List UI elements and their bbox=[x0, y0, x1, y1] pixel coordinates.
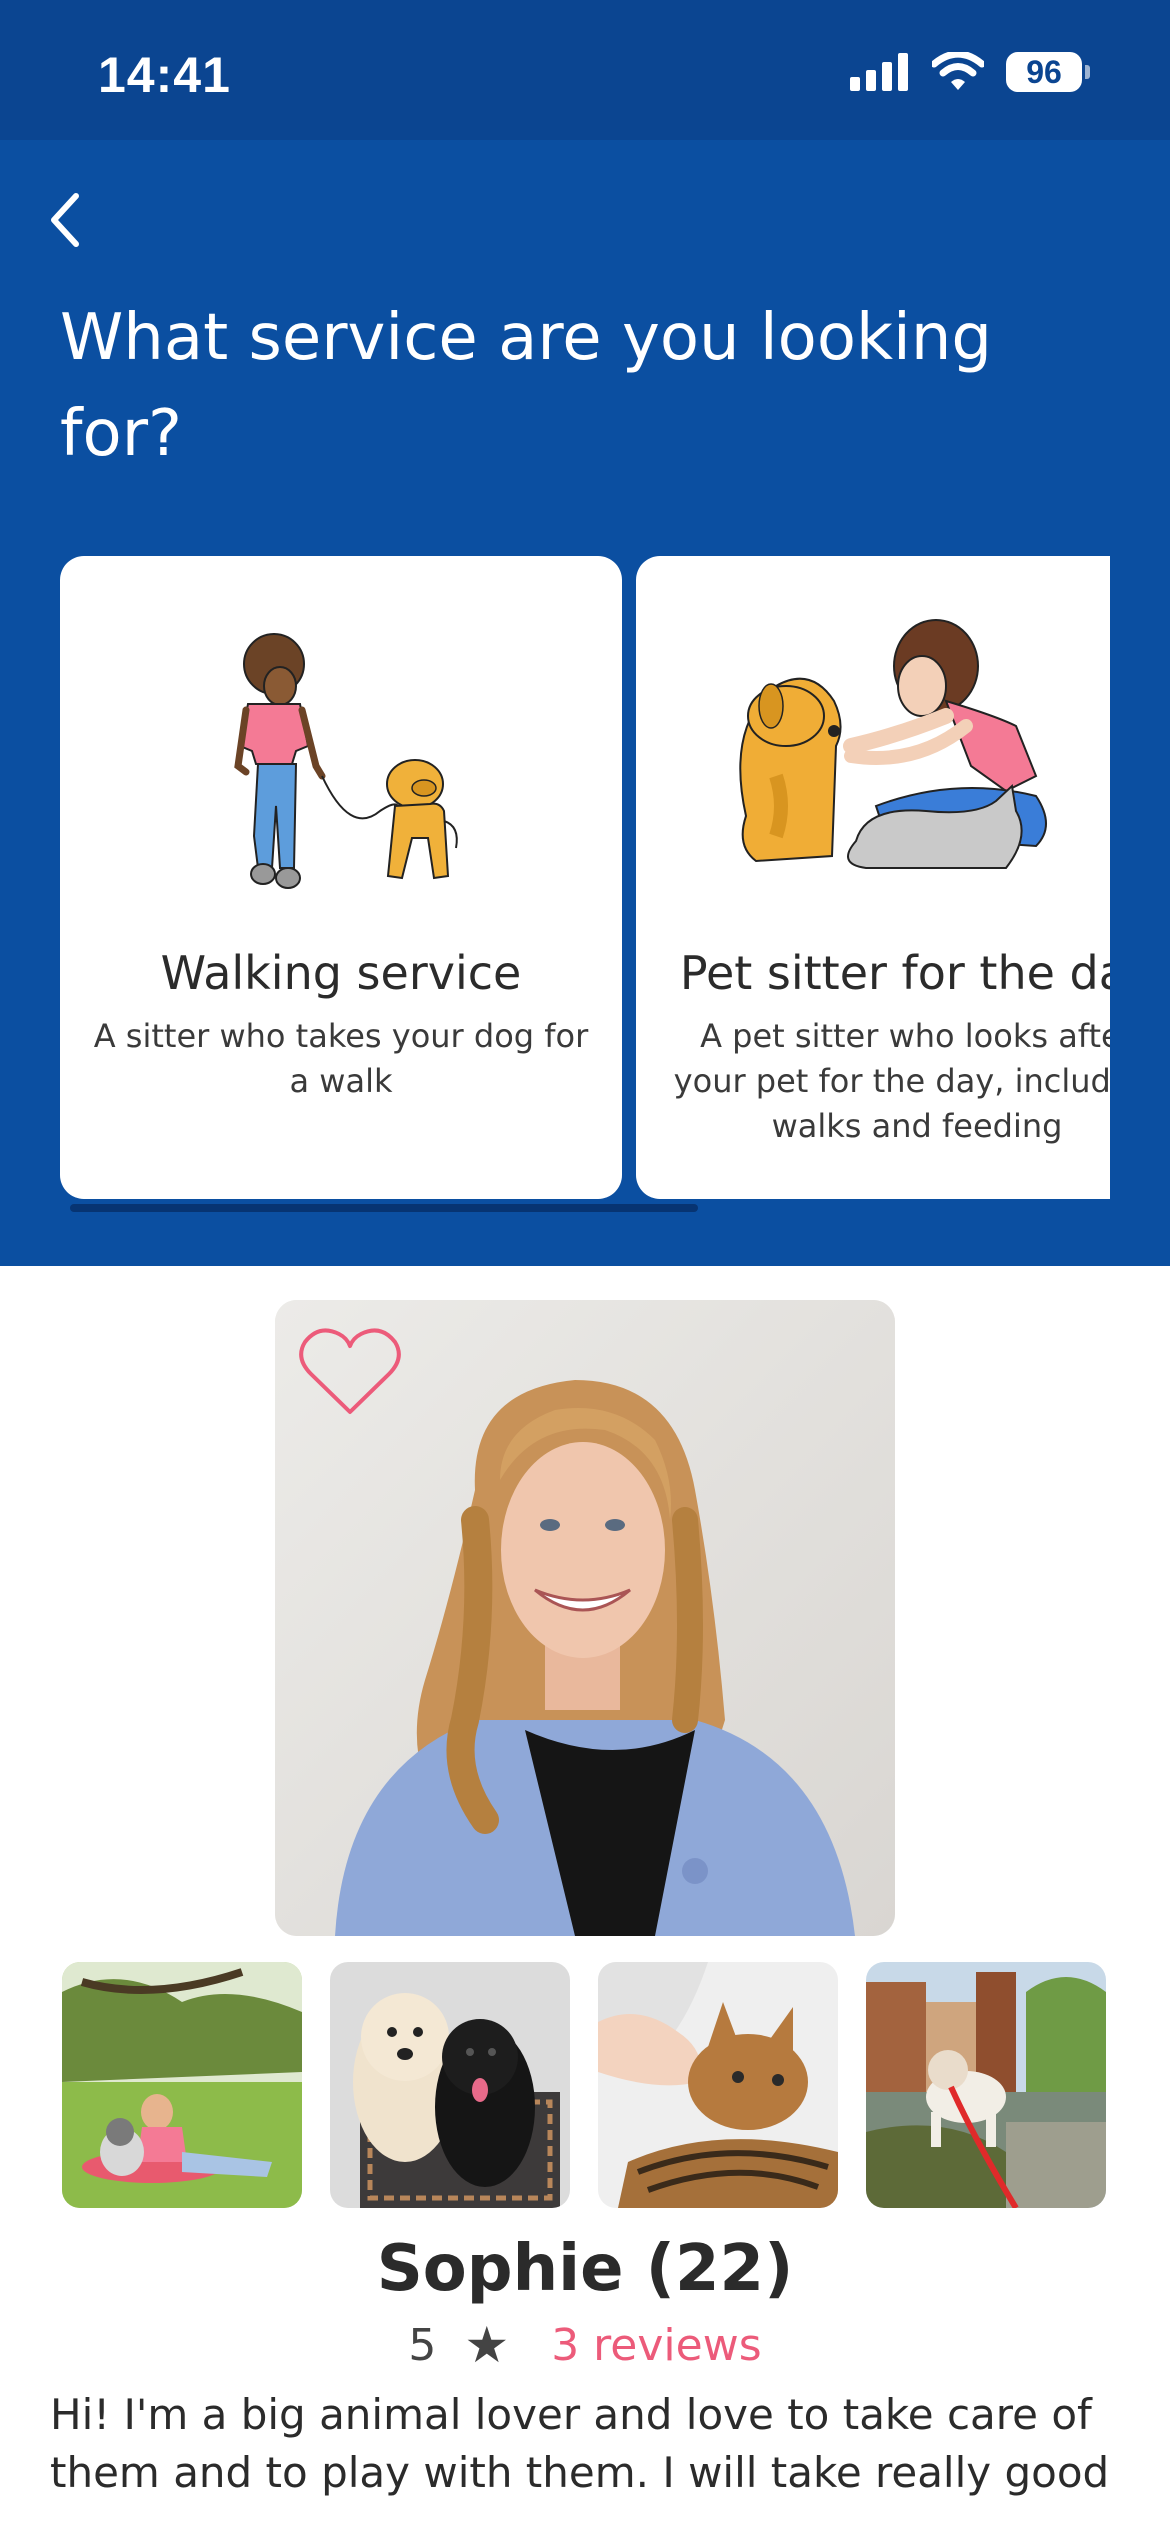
status-time: 14:41 bbox=[98, 47, 231, 103]
service-header: What service are you looking for? Walkin… bbox=[0, 140, 1170, 1266]
cat-thumbnail bbox=[598, 1962, 838, 2208]
battery-level: 96 bbox=[1006, 52, 1082, 92]
star-icon: ★ bbox=[464, 2316, 510, 2374]
chevron-left-icon bbox=[51, 193, 79, 247]
rating-value: 5 bbox=[408, 2319, 437, 2371]
photo-thumbnail[interactable] bbox=[330, 1962, 570, 2208]
service-card-walking[interactable]: Walking service A sitter who takes your … bbox=[60, 556, 622, 1199]
favorite-button[interactable] bbox=[295, 1322, 405, 1422]
signal-icon bbox=[850, 53, 908, 91]
wifi-icon bbox=[932, 52, 984, 90]
profile-name: Sophie (22) bbox=[376, 2232, 794, 2306]
service-card-description: A pet sitter who looks after your pet fo… bbox=[673, 1017, 1110, 1145]
rating-row: 5 ★ 3 reviews bbox=[0, 2316, 1170, 2374]
service-card-description: A sitter who takes your dog for a walk bbox=[93, 1017, 589, 1100]
photo-thumbnail[interactable] bbox=[866, 1962, 1106, 2208]
service-card-title: Pet sitter for the day bbox=[679, 946, 1110, 1000]
battery-icon: 96 bbox=[1006, 52, 1090, 92]
photo-thumbnail[interactable] bbox=[598, 1962, 838, 2208]
status-bar: 14:41 96 bbox=[0, 0, 1170, 140]
woman-with-husky-thumbnail bbox=[62, 1962, 302, 2208]
reviews-link[interactable]: 3 reviews bbox=[551, 2320, 761, 2371]
service-card-title: Walking service bbox=[160, 946, 522, 1000]
photo-thumbnail[interactable] bbox=[62, 1962, 302, 2208]
two-dogs-thumbnail bbox=[330, 1962, 570, 2208]
page-title: What service are you looking for? bbox=[60, 301, 992, 471]
service-card-pet-sitter[interactable]: Pet sitter for the day A pet sitter who … bbox=[636, 556, 1110, 1199]
dog-by-canal-thumbnail bbox=[866, 1962, 1106, 2208]
photo-thumbnails bbox=[62, 1962, 1108, 2210]
carousel-scroll-indicator bbox=[70, 1204, 698, 1212]
profile-bio: Hi! I'm a big animal lover and love to t… bbox=[50, 2390, 1110, 2497]
service-carousel[interactable]: Walking service A sitter who takes your … bbox=[60, 556, 1110, 1206]
battery-tip bbox=[1085, 65, 1090, 79]
profile-photo[interactable] bbox=[275, 1300, 895, 1936]
back-button[interactable] bbox=[36, 180, 96, 260]
pet-sitter-illustration bbox=[739, 619, 1047, 869]
screen: 14:41 96 What service are you looking fo… bbox=[0, 0, 1170, 2532]
status-icons: 96 bbox=[850, 52, 1090, 92]
walking-illustration bbox=[234, 633, 458, 889]
heart-outline-icon bbox=[299, 1328, 401, 1414]
